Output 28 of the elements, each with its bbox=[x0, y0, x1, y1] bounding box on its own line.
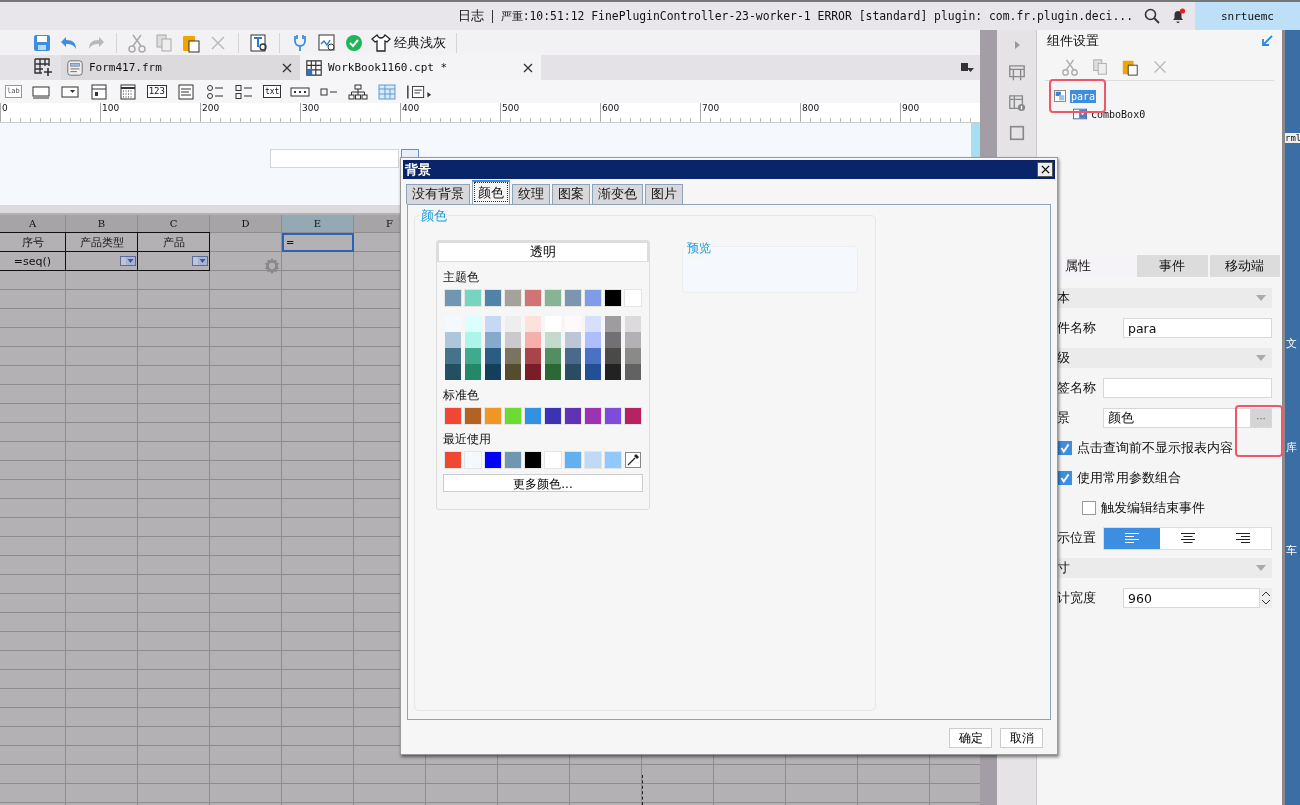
section-title: 本 bbox=[1057, 289, 1070, 307]
group-title: 颜色 bbox=[420, 208, 448, 225]
dialog-title: 背景 bbox=[404, 160, 431, 179]
section-title: 级 bbox=[1057, 349, 1070, 367]
ruler-label: 600 bbox=[600, 103, 700, 121]
checkbox-label: 点击查询前不显示报表内容 bbox=[1077, 439, 1233, 457]
ruler-label: 500 bbox=[500, 103, 600, 121]
ruler-label: 200 bbox=[200, 103, 300, 121]
checkbox-label: 使用常用参数组合 bbox=[1077, 469, 1181, 487]
palette-label: 主题色 bbox=[443, 269, 480, 286]
ruler-label: 0 bbox=[0, 103, 100, 121]
checkbox-label: 触发编辑结束事件 bbox=[1101, 499, 1205, 517]
log-message: 严重:10:51:12 FinePluginController-23-worker-1 ERROR [standard] plugin: com.fr.plugin.deci... bbox=[500, 8, 1133, 24]
field-label: 计宽度 bbox=[1057, 589, 1097, 607]
ruler-label: 700 bbox=[700, 103, 800, 121]
section-title: 寸 bbox=[1057, 559, 1070, 577]
field-label: 件名称 bbox=[1057, 319, 1097, 337]
ruler-label: 800 bbox=[800, 103, 900, 121]
field-label: 签名称 bbox=[1057, 379, 1097, 397]
field-label: 景 bbox=[1057, 409, 1071, 427]
palette-label: 标准色 bbox=[443, 387, 480, 404]
palette-label: 最近使用 bbox=[443, 431, 492, 448]
ruler-label: 300 bbox=[300, 103, 400, 121]
field-label: 示位置 bbox=[1057, 529, 1097, 547]
panel-title: 组件设置 bbox=[1047, 32, 1099, 50]
preview-title: 预览 bbox=[687, 240, 711, 257]
ruler-label: 400 bbox=[400, 103, 500, 121]
ruler-label: 100 bbox=[100, 103, 200, 121]
